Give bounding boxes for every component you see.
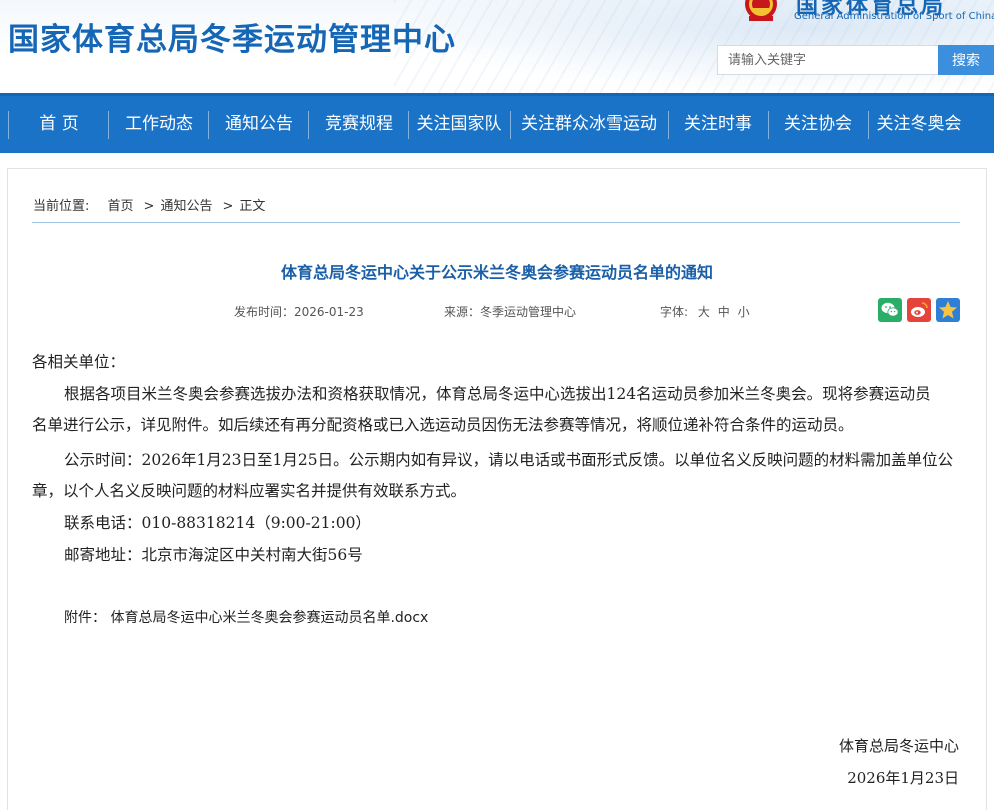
salutation: 各相关单位：	[32, 353, 126, 371]
attachment: 附件： 体育总局冬运中心米兰冬奥会参赛运动员名单.docx	[64, 607, 428, 627]
breadcrumb-prefix: 当前位置:	[33, 199, 90, 214]
signature-org: 体育总局冬运中心	[838, 737, 959, 755]
nav-item-associations[interactable]: 关注协会	[769, 96, 867, 153]
nav-item-national-team[interactable]: 关注国家队	[409, 96, 509, 153]
article-title: 体育总局冬运中心关于公示米兰冬奥会参赛运动员名单的通知	[280, 263, 713, 282]
font-size-control: 字体: 大 中 小	[660, 303, 750, 320]
breadcrumb-divider	[32, 222, 960, 223]
nav-separator	[8, 111, 9, 139]
nav-separator	[208, 111, 209, 139]
nav-item-notices[interactable]: 通知公告	[210, 96, 308, 153]
breadcrumb-notices[interactable]: 通知公告	[160, 199, 212, 214]
nav-item-work-news[interactable]: 工作动态	[110, 96, 208, 153]
nav-item-current-affairs[interactable]: 关注时事	[669, 96, 767, 153]
search-input[interactable]	[717, 45, 939, 75]
font-size-label: 字体:	[660, 305, 689, 319]
nav-separator	[108, 111, 109, 139]
paragraph-2-line-1: 公示时间：2026年1月23日至1月25日。公示期内如有异议，请以电话或书面形式…	[64, 451, 954, 469]
breadcrumb-home[interactable]: 首页	[108, 199, 134, 214]
contact-phone: 联系电话：010-88318214（9:00-21:00）	[64, 514, 371, 532]
wechat-icon[interactable]	[878, 298, 902, 322]
attachment-label: 附件：	[64, 610, 106, 626]
font-size-medium[interactable]: 中	[718, 305, 730, 319]
breadcrumb-separator: >	[143, 199, 155, 214]
org-name-en: General Administration of Sport of China	[794, 11, 994, 22]
breadcrumb-separator: >	[222, 199, 234, 214]
nav-separator	[308, 111, 309, 139]
nav-item-competition-rules[interactable]: 竞赛规程	[310, 96, 408, 153]
main-nav: 首 页 工作动态 通知公告 竞赛规程 关注国家队 关注群众冰雪运动 关注时事 关…	[0, 93, 994, 153]
paragraph-2-line-2: 章，以个人名义反映问题的材料应署实名并提供有效联系方式。	[32, 482, 467, 500]
favorite-icon[interactable]	[936, 298, 960, 322]
mailing-address: 邮寄地址：北京市海淀区中关村南大街56号	[64, 546, 363, 564]
paragraph-1-line-1: 根据各项目米兰冬奥会参赛选拔办法和资格获取情况，体育总局冬运中心选拔出124名运…	[64, 385, 931, 403]
nav-item-public-ice-snow[interactable]: 关注群众冰雪运动	[511, 96, 667, 153]
signature-date: 2026年1月23日	[847, 769, 959, 787]
national-emblem-icon	[745, 0, 777, 21]
font-size-large[interactable]: 大	[698, 305, 710, 319]
site-title[interactable]: 国家体育总局冬季运动管理中心	[8, 14, 456, 59]
search-button[interactable]: 搜索	[938, 45, 994, 75]
site-header: 国家体育总局冬季运动管理中心 国家体育总局 General Administra…	[0, 0, 994, 93]
nav-item-home[interactable]: 首 页	[10, 96, 108, 153]
breadcrumb-current: 正文	[239, 199, 266, 214]
font-size-small[interactable]: 小	[738, 305, 750, 319]
publish-time: 发布时间：2026-01-23	[234, 305, 364, 319]
attachment-link[interactable]: 体育总局冬运中心米兰冬奥会参赛运动员名单.docx	[110, 610, 428, 626]
weibo-icon[interactable]	[907, 298, 931, 322]
paragraph-1-line-2: 名单进行公示，详见附件。如后续还有再分配资格或已入选运动员因伤无法参赛等情况，将…	[32, 416, 854, 434]
breadcrumb: 当前位置: 首页 > 通知公告 > 正文	[33, 195, 271, 214]
article-source: 来源：冬季运动管理中心	[444, 305, 577, 319]
nav-item-winter-olympics[interactable]: 关注冬奥会	[869, 96, 969, 153]
